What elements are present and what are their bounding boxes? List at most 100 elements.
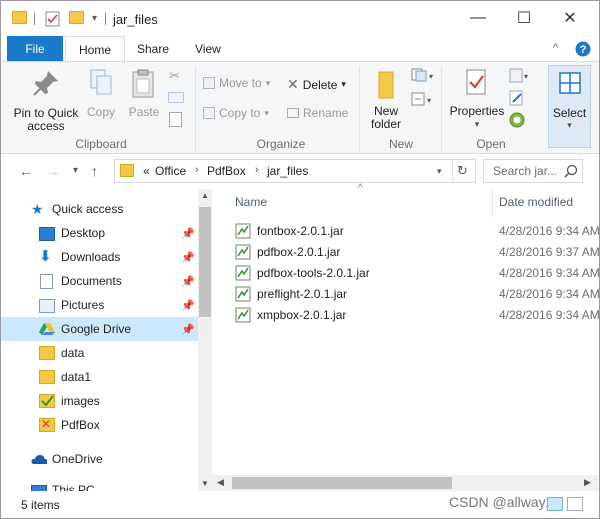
address-dropdown-icon[interactable]: ▾ xyxy=(437,166,442,177)
select-label: Select xyxy=(552,106,587,120)
sidebar-item-documents[interactable]: Documents 📌 xyxy=(1,269,198,293)
rename-button[interactable]: Rename xyxy=(287,106,348,120)
breadcrumb-pdfbox[interactable]: PdfBox xyxy=(207,164,246,178)
history-icon[interactable] xyxy=(509,112,525,128)
sidebar-item-desktop[interactable]: Desktop 📌 xyxy=(1,221,198,245)
up-button[interactable]: ↑ xyxy=(91,163,98,179)
maximize-button[interactable]: ☐ xyxy=(501,1,547,35)
delete-button[interactable]: ✕ Delete ▾ xyxy=(287,76,346,93)
collapse-ribbon-icon[interactable]: ^ xyxy=(553,42,569,58)
file-row[interactable]: fontbox-2.0.1.jar 4/28/2016 9:34 AM xyxy=(232,221,600,242)
tab-view[interactable]: View xyxy=(182,36,234,61)
sidebar-item-data1[interactable]: data1 xyxy=(1,365,198,389)
tab-share[interactable]: Share xyxy=(124,36,182,61)
scrollbar-thumb[interactable] xyxy=(232,477,452,489)
edit-icon[interactable] xyxy=(509,90,525,106)
sidebar-item-google-drive[interactable]: Google Drive 📌 xyxy=(1,317,198,341)
pin-icon[interactable]: 📌 xyxy=(181,323,195,336)
sidebar-item-onedrive[interactable]: OneDrive xyxy=(1,447,198,471)
sidebar-item-label: OneDrive xyxy=(52,452,103,466)
help-icon[interactable]: ? xyxy=(575,41,591,57)
copy-path-icon[interactable] xyxy=(168,92,184,103)
back-button[interactable]: ← xyxy=(19,163,33,179)
rename-label: Rename xyxy=(303,106,349,120)
sidebar-item-pdfbox[interactable]: ✕ PdfBox xyxy=(1,413,198,437)
sidebar-item-label: Desktop xyxy=(61,226,106,240)
status-bar: 5 items CSDN @allway2 xyxy=(1,491,599,518)
file-row[interactable]: xmpbox-2.0.1.jar 4/28/2016 9:34 AM xyxy=(232,305,600,326)
large-icons-view-icon[interactable] xyxy=(567,497,583,511)
file-row[interactable]: preflight-2.0.1.jar 4/28/2016 9:34 AM xyxy=(232,284,600,305)
horizontal-scrollbar[interactable]: ◀ ▶ xyxy=(212,475,599,491)
move-to-button[interactable]: Move to ▾ xyxy=(203,76,270,90)
pin-label: Pin to Quick access xyxy=(13,106,79,133)
sidebar-item-label: PdfBox xyxy=(61,418,100,432)
sidebar-item-label: images xyxy=(61,394,100,408)
breadcrumb-jar-files[interactable]: jar_files xyxy=(267,164,308,178)
nav-scrollbar[interactable]: ▲ ▼ xyxy=(198,189,212,491)
properties-button[interactable]: Properties ▾ xyxy=(448,68,506,131)
folder-icon xyxy=(120,164,134,177)
jar-file-icon xyxy=(235,265,251,281)
folder-icon xyxy=(12,11,27,24)
pin-icon[interactable]: 📌 xyxy=(181,251,195,264)
paste-shortcut-icon[interactable] xyxy=(169,112,182,127)
customize-quick-access-icon[interactable]: ▾ xyxy=(92,13,97,24)
minimize-button[interactable]: — xyxy=(455,1,501,35)
sidebar-item-downloads[interactable]: ⬇ Downloads 📌 xyxy=(1,245,198,269)
pin-to-quick-access-button[interactable]: Pin to Quick access xyxy=(11,68,81,133)
refresh-icon[interactable]: ↻ xyxy=(457,163,468,179)
pin-icon[interactable]: 📌 xyxy=(181,275,195,288)
scroll-right-icon[interactable]: ▶ xyxy=(584,477,591,488)
column-header-name[interactable]: Name xyxy=(235,195,267,209)
sidebar-item-pictures[interactable]: Pictures 📌 xyxy=(1,293,198,317)
new-folder-icon[interactable] xyxy=(69,11,84,24)
paste-label: Paste xyxy=(128,105,160,119)
sidebar-item-this-pc[interactable]: This PC xyxy=(1,479,198,491)
pin-icon[interactable]: 📌 xyxy=(181,299,195,312)
copy-to-button[interactable]: Copy to ▾ xyxy=(203,106,269,120)
search-box[interactable]: Search jar... xyxy=(483,159,583,183)
tab-file[interactable]: File xyxy=(7,36,63,61)
file-date: 4/28/2016 9:34 AM xyxy=(499,308,600,322)
scroll-down-icon[interactable]: ▼ xyxy=(201,479,209,488)
cut-icon[interactable]: ✂ xyxy=(169,68,180,84)
svg-text:▾: ▾ xyxy=(427,96,431,105)
address-overflow[interactable]: « xyxy=(143,164,150,178)
title-bar: ▾ jar_files — ☐ ✕ xyxy=(1,1,599,35)
recent-locations-icon[interactable]: ▾ xyxy=(73,165,78,176)
watermark: CSDN @allway2 xyxy=(449,494,554,510)
paste-button[interactable]: Paste xyxy=(125,68,163,119)
chevron-right-icon[interactable]: › xyxy=(195,164,199,176)
scroll-up-icon[interactable]: ▲ xyxy=(201,191,209,200)
easy-access-icon[interactable]: ▾ xyxy=(411,92,433,106)
column-header-date-modified[interactable]: Date modified xyxy=(499,195,573,209)
address-bar[interactable]: « Office › PdfBox › jar_files ▾ ↻ xyxy=(114,159,476,183)
sidebar-item-data[interactable]: data xyxy=(1,341,198,365)
copy-button[interactable]: Copy xyxy=(85,68,117,119)
search-input[interactable]: Search jar... xyxy=(493,164,557,178)
file-row[interactable]: pdfbox-2.0.1.jar 4/28/2016 9:37 AM xyxy=(232,242,600,263)
file-date: 4/28/2016 9:37 AM xyxy=(499,245,600,259)
breadcrumb-office[interactable]: Office xyxy=(155,164,186,178)
explorer-window: ▾ jar_files — ☐ ✕ File Home Share View ^… xyxy=(0,0,600,519)
open-icon[interactable]: ▾ xyxy=(509,68,529,84)
tab-home[interactable]: Home xyxy=(65,36,126,62)
move-to-label: Move to xyxy=(219,76,262,90)
scroll-left-icon[interactable]: ◀ xyxy=(217,477,224,488)
file-row[interactable]: pdfbox-tools-2.0.1.jar 4/28/2016 9:34 AM xyxy=(232,263,600,284)
select-button[interactable]: Select ▾ xyxy=(548,65,591,148)
forward-button[interactable]: → xyxy=(46,163,60,179)
chevron-right-icon[interactable]: › xyxy=(255,164,259,176)
item-count: 5 items xyxy=(21,498,60,512)
properties-icon[interactable] xyxy=(45,11,61,30)
sidebar-item-images[interactable]: images xyxy=(1,389,198,413)
details-view-icon[interactable] xyxy=(547,497,563,511)
search-icon[interactable] xyxy=(564,164,578,178)
new-folder-button[interactable]: New folder xyxy=(365,68,407,131)
new-item-icon[interactable]: ▾ xyxy=(411,68,433,82)
scrollbar-thumb[interactable] xyxy=(199,207,211,317)
pin-icon[interactable]: 📌 xyxy=(181,227,195,240)
quick-access-item[interactable]: ★ Quick access xyxy=(1,197,198,221)
close-button[interactable]: ✕ xyxy=(547,1,593,35)
